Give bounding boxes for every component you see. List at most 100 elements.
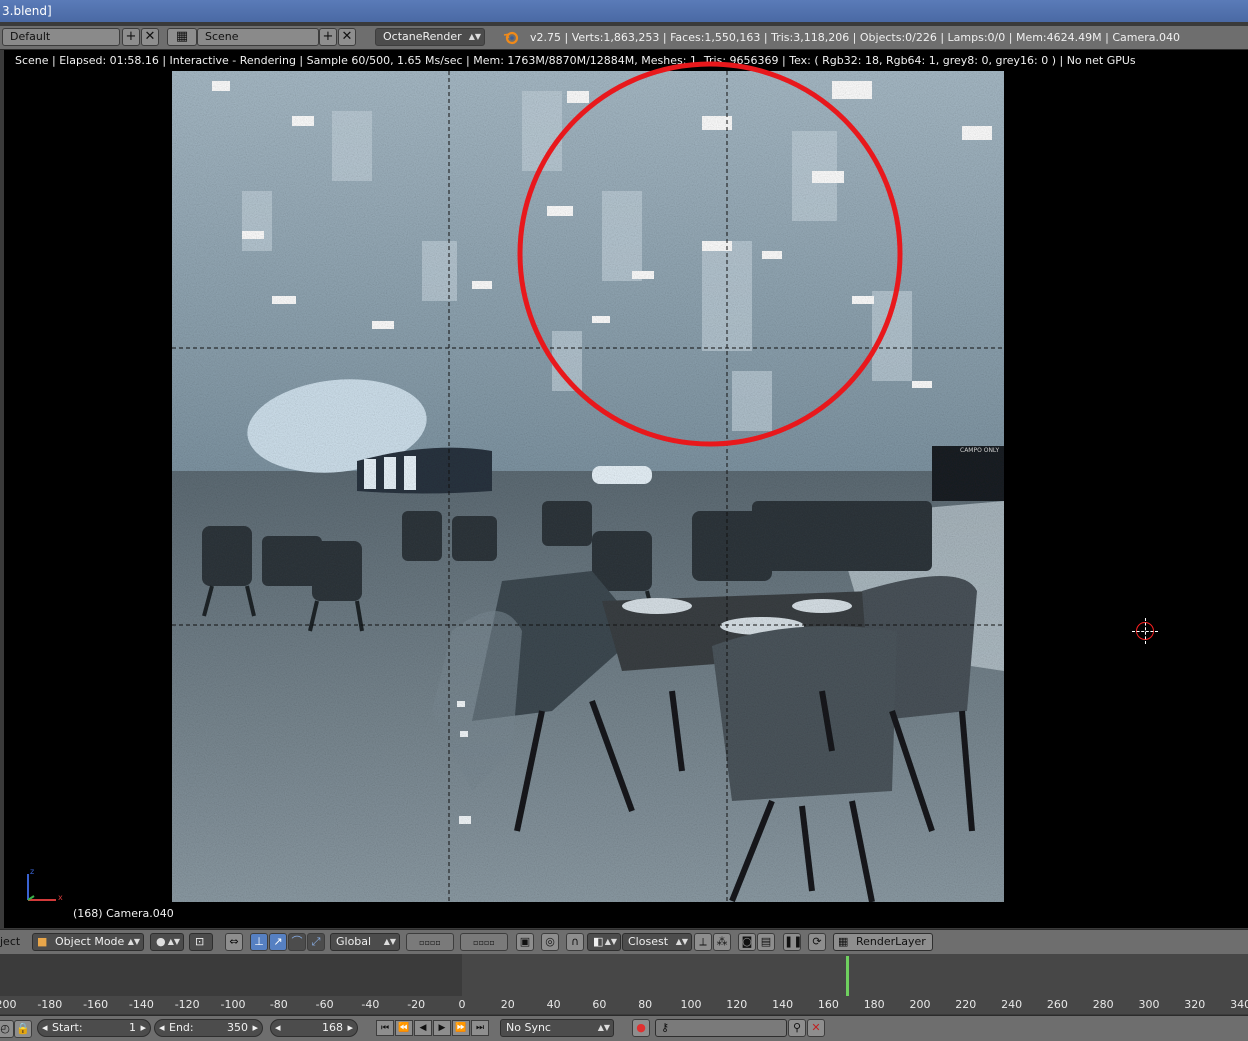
snap-target-selector[interactable]: Closest ▲▼: [622, 933, 692, 951]
timeline-tick-label: 100: [680, 998, 702, 1011]
timeline-tick-label: -160: [83, 998, 109, 1011]
timeline-tick-label: -120: [174, 998, 200, 1011]
3d-cursor-icon[interactable]: [1132, 618, 1158, 644]
chevron-right-icon: ▸: [252, 1021, 258, 1034]
render-layer-selector[interactable]: ▦ RenderLayer: [833, 933, 933, 951]
chevron-updown-icon: ▲▼: [675, 937, 688, 946]
insert-keyframe-button[interactable]: ⚲: [788, 1019, 806, 1037]
scene-layers-grid-2[interactable]: ▫▫▫▫: [460, 933, 508, 951]
timeline-icon: ◴: [0, 1022, 10, 1035]
snap-element-selector[interactable]: ◧ ▲▼: [587, 933, 621, 951]
snap-align-button[interactable]: ⟂: [694, 933, 712, 951]
manipulator-toggle-button[interactable]: ⇔: [225, 933, 243, 951]
layer-lock-button[interactable]: ▣: [516, 933, 534, 951]
prev-keyframe-icon: ⏪: [398, 1023, 410, 1033]
lock-icon: 🔒: [16, 1022, 30, 1035]
rotate-icon: ⌒: [291, 935, 303, 948]
camera-icon: ◙: [741, 935, 753, 948]
chevron-updown-icon: ▲▼: [127, 937, 140, 946]
magnet-icon: ∩: [570, 935, 580, 948]
lock-range-button[interactable]: 🔒: [14, 1020, 32, 1038]
window-title-bar: 3.blend]: [0, 0, 1248, 22]
active-camera-label: (168) Camera.040: [73, 907, 174, 920]
pause-button[interactable]: ❚❚: [783, 933, 802, 951]
screen-layout-label: Default: [10, 30, 51, 43]
current-frame-field[interactable]: ◂ 168 ▸: [270, 1019, 358, 1037]
key-insert-icon: ⚲: [792, 1021, 802, 1034]
cube-icon: ■: [37, 935, 48, 948]
proportional-edit-button[interactable]: ◎: [541, 933, 559, 951]
close-icon: ✕: [341, 29, 353, 44]
mode-selector[interactable]: ■ Object Mode ▲▼: [32, 933, 144, 951]
scale-widget-button[interactable]: ⤢: [307, 933, 325, 951]
axis-gizmo-icon: x z: [16, 866, 66, 906]
scale-icon: ⤢: [311, 935, 321, 948]
delete-scene-button[interactable]: ✕: [338, 28, 356, 46]
pivot-icon: ⊡: [195, 935, 205, 948]
window-title: 3.blend]: [2, 4, 52, 18]
view-menu-button[interactable]: ◴: [0, 1020, 14, 1038]
jump-to-next-keyframe-button[interactable]: ⏩: [452, 1020, 470, 1036]
render-layer-label: RenderLayer: [856, 935, 926, 948]
lock-icon: ▣: [519, 935, 531, 948]
delete-keyframe-button[interactable]: ✕: [807, 1019, 825, 1037]
jump-to-start-button[interactable]: ⏮: [376, 1020, 394, 1036]
timeline-tick-label: 0: [458, 998, 466, 1011]
pivot-selector[interactable]: ⊡: [189, 933, 213, 951]
render-engine-selector[interactable]: OctaneRender ▲▼: [375, 28, 485, 46]
svg-text:z: z: [30, 867, 34, 876]
play-button[interactable]: ▶: [433, 1020, 451, 1036]
end-frame-field[interactable]: ◂ End: 350 ▸: [154, 1019, 263, 1037]
sync-mode-selector[interactable]: No Sync ▲▼: [500, 1019, 614, 1037]
screen-layout-selector[interactable]: Default: [2, 28, 120, 46]
timeline-tick-label: -100: [220, 998, 246, 1011]
timeline-tick-label: -60: [315, 998, 334, 1011]
start-frame-label: Start:: [52, 1021, 83, 1034]
auto-keying-button[interactable]: ●: [632, 1019, 650, 1037]
jump-to-prev-keyframe-button[interactable]: ⏪: [395, 1020, 413, 1036]
viewport-header: ject ■ Object Mode ▲▼ ● ▲▼ ⊡ ⇔ ⊥ ↗ ⌒ ⤢ Glo…: [0, 929, 1248, 954]
sphere-icon: ●: [156, 935, 166, 948]
add-layout-button[interactable]: +: [122, 28, 140, 46]
timeline-tick-label: 240: [1001, 998, 1023, 1011]
jump-to-end-button[interactable]: ⏭: [471, 1020, 489, 1036]
refresh-button[interactable]: ⟳: [808, 933, 826, 951]
mode-label: Object Mode: [55, 935, 125, 948]
scene-label: Scene: [205, 30, 239, 43]
scene-selector[interactable]: Scene: [197, 28, 319, 46]
rotate-widget-button[interactable]: ⌒: [288, 933, 306, 951]
scene-statistics: v2.75 | Verts:1,863,253 | Faces:1,550,16…: [530, 31, 1180, 44]
circle-icon: ◎: [545, 935, 555, 948]
plus-icon: +: [125, 29, 137, 44]
timeline-tick-label: 300: [1138, 998, 1160, 1011]
opengl-render-image-button[interactable]: ◙: [738, 933, 756, 951]
play-reverse-button[interactable]: ◀: [414, 1020, 432, 1036]
transform-widget-button[interactable]: ⊥: [250, 933, 268, 951]
snap-project-button[interactable]: ⁂: [713, 933, 731, 951]
snap-toggle-button[interactable]: ∩: [566, 933, 584, 951]
wall-sign-text: CAMPO ONLY: [960, 447, 999, 454]
keying-set-selector[interactable]: ⚷: [655, 1019, 787, 1037]
project-icon: ⁂: [716, 935, 728, 948]
orientation-label: Global: [336, 935, 372, 948]
object-menu[interactable]: ject: [0, 935, 20, 948]
translate-widget-button[interactable]: ↗: [269, 933, 287, 951]
refresh-icon: ⟳: [812, 935, 822, 948]
opengl-render-animation-button[interactable]: ▤: [757, 933, 775, 951]
add-scene-button[interactable]: +: [319, 28, 337, 46]
start-frame-field[interactable]: ◂ Start: 1 ▸: [37, 1019, 151, 1037]
current-frame-indicator[interactable]: [845, 956, 849, 998]
chevron-right-icon: ▸: [347, 1021, 353, 1034]
scene-layers-grid[interactable]: ▫▫▫▫: [406, 933, 454, 951]
timeline-tick-label: 160: [817, 998, 839, 1011]
cube-icon: ◧: [593, 935, 604, 948]
delete-layout-button[interactable]: ✕: [141, 28, 159, 46]
transform-orientation-selector[interactable]: Global ▲▼: [330, 933, 400, 951]
timeline-tick-label: 80: [638, 998, 653, 1011]
timeline-tick-label: -20: [407, 998, 426, 1011]
next-keyframe-icon: ⏩: [455, 1023, 467, 1033]
shading-selector[interactable]: ● ▲▼: [150, 933, 184, 951]
timeline-tick-label: 280: [1092, 998, 1114, 1011]
scene-browse-button[interactable]: ▦: [167, 28, 197, 46]
sync-mode-label: No Sync: [506, 1021, 551, 1034]
